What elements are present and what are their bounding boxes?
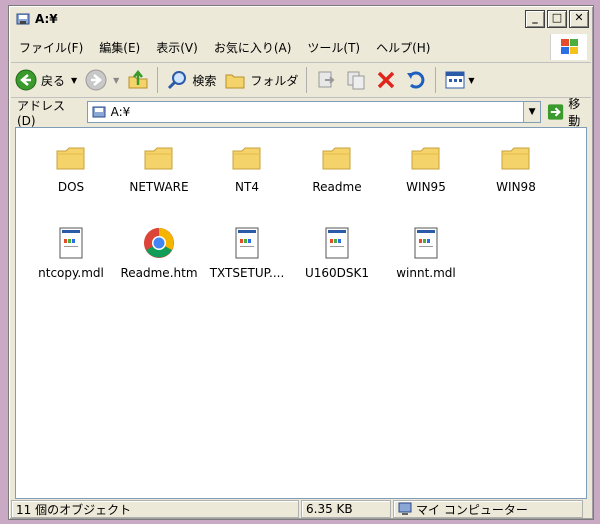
back-arrow-icon [15,69,37,91]
address-bar: アドレス(D) A:¥ ▼ 移動 [11,97,591,128]
delete-icon [378,71,395,89]
minimize-button[interactable]: _ [525,10,545,28]
file-item-win98[interactable]: WIN98 [477,142,555,194]
file-item-readme-htm[interactable]: Readme.htm [120,226,198,280]
go-button[interactable]: 移動 [547,95,591,129]
document-icon [325,227,349,259]
views-button[interactable]: ▼ [440,65,478,95]
document-icon [414,227,438,259]
drive-icon [92,106,106,118]
move-to-button[interactable] [311,65,341,95]
file-label: ntcopy.mdl [38,266,104,280]
up-folder-button[interactable] [123,65,153,95]
file-label: TXTSETUP.... [209,266,285,280]
folder-icon [411,147,440,170]
search-button[interactable]: 検索 [162,65,220,95]
file-label: DOS [57,180,85,194]
title-bar[interactable]: A:¥ _ □ ✕ [11,8,591,30]
document-icon [235,227,259,259]
file-item-netware[interactable]: NETWARE [120,142,198,194]
file-item-win95[interactable]: WIN95 [387,142,465,194]
maximize-button[interactable]: □ [547,10,567,28]
file-item-nt4[interactable]: NT4 [208,142,286,194]
document-icon [59,227,83,259]
toolbar-separator [306,67,308,93]
folder-icon [56,147,85,170]
file-label: U160DSK1 [304,266,370,280]
forward-button[interactable]: ▼ [81,65,123,95]
chrome-icon [144,228,174,258]
search-icon [168,71,187,90]
folders-label: フォルダ [250,73,299,88]
toolbar-separator [435,67,437,93]
copy-to-icon [347,71,365,90]
file-item-readme-folder[interactable]: Readme [298,142,376,194]
menu-bar: ファイル(F) 編集(E) 表示(V) お気に入り(A) ツール(T) ヘルプ(… [11,32,591,63]
menu-edit[interactable]: 編集(E) [91,39,148,56]
delete-button[interactable] [371,65,401,95]
go-label: 移動 [568,97,581,128]
folder-icon [322,147,351,170]
file-item-u160dsk1[interactable]: U160DSK1 [298,226,376,280]
file-label: NETWARE [129,180,189,194]
back-button[interactable]: 戻る ▼ [11,65,81,95]
file-item-ntcopy[interactable]: ntcopy.mdl [32,226,110,280]
status-size: 6.35 KB [301,500,391,518]
address-value: A:¥ [110,105,131,119]
file-label: winnt.mdl [396,266,456,280]
back-label: 戻る [41,73,66,88]
file-label: NT4 [235,180,259,194]
windows-logo-icon [550,34,587,60]
status-location-label: マイ コンピューター [416,502,528,517]
explorer-window: A:¥ _ □ ✕ ファイル(F) 編集(E) 表示(V) お気に入り(A) ツ… [8,5,594,520]
copy-to-button[interactable] [341,65,371,95]
file-view[interactable]: DOS NETWARE NT4 Readme WIN95 WIN98 ntcop… [15,127,587,499]
folder-icon [232,147,261,170]
standard-toolbar: 戻る ▼ ▼ 検索 フォルダ ▼ [11,63,591,98]
file-label: WIN95 [406,180,446,194]
views-dropdown-icon[interactable]: ▼ [468,76,474,85]
folder-icon [501,147,530,170]
address-dropdown-icon[interactable]: ▼ [523,102,541,122]
window-title: A:¥ [35,12,58,26]
undo-button[interactable] [401,65,431,95]
menu-help[interactable]: ヘルプ(H) [368,39,438,56]
undo-icon [407,71,425,89]
views-icon [445,71,465,89]
window-controls: _ □ ✕ [525,10,589,28]
drive-icon [16,13,30,25]
menu-tools[interactable]: ツール(T) [299,39,368,56]
file-label: Readme.htm [120,266,198,280]
status-object-count: 11 個のオブジェクト [11,500,299,518]
menu-favorites[interactable]: お気に入り(A) [206,39,300,56]
my-computer-icon [398,502,412,515]
go-arrow-icon [548,104,564,120]
menu-file[interactable]: ファイル(F) [11,39,91,56]
file-label: WIN98 [496,180,536,194]
address-input[interactable]: A:¥ ▼ [86,101,542,123]
status-bar: 11 個のオブジェクト 6.35 KB マイ コンピューター [11,499,591,519]
file-item-dos[interactable]: DOS [32,142,110,194]
search-label: 検索 [192,73,217,88]
address-label: アドレス(D) [17,98,66,128]
folders-button[interactable]: フォルダ [220,65,302,95]
folders-icon [225,74,245,89]
toolbar-separator [157,67,159,93]
menu-view[interactable]: 表示(V) [148,39,206,56]
forward-arrow-icon [85,69,107,91]
close-button[interactable]: ✕ [569,10,589,28]
status-location: マイ コンピューター [393,500,583,518]
folder-icon [144,147,173,170]
file-item-winnt[interactable]: winnt.mdl [387,226,465,280]
file-label: Readme [312,180,362,194]
file-item-txtsetup[interactable]: TXTSETUP.... [208,226,286,280]
up-folder-icon [128,69,148,89]
forward-dropdown-icon[interactable]: ▼ [113,76,119,85]
move-to-icon [318,71,335,88]
back-dropdown-icon[interactable]: ▼ [71,76,77,85]
